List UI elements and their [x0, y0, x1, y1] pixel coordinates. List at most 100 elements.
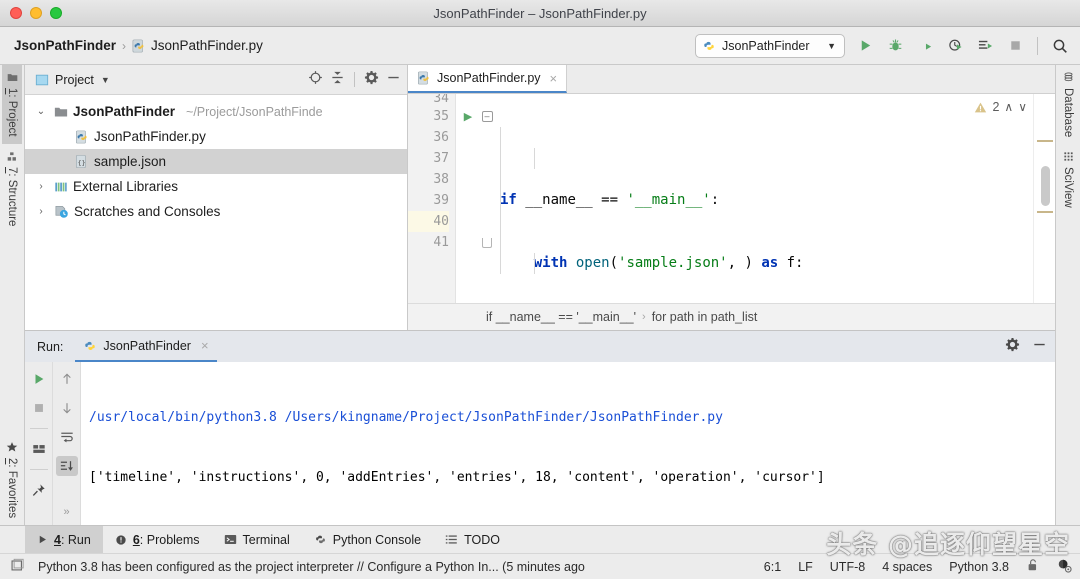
gutter-line-40: 40	[408, 211, 449, 232]
gutter-line-35: 35	[433, 109, 449, 124]
indent-setting[interactable]: 4 spaces	[882, 560, 932, 574]
file-encoding[interactable]: UTF-8	[830, 560, 865, 574]
editor-fold-column[interactable]: –	[480, 94, 494, 303]
rerun-button[interactable]	[28, 369, 50, 389]
editor-gutter[interactable]: 34 35 36 37 38 39 40 41	[408, 94, 456, 303]
pin-tab-button[interactable]	[28, 480, 50, 500]
more-options-button[interactable]: »	[56, 502, 78, 522]
stop-button[interactable]	[28, 398, 50, 418]
fold-collapse-icon[interactable]: –	[481, 111, 493, 122]
line-separator[interactable]: LF	[798, 560, 813, 574]
sidebar-item-favorites[interactable]: 2: Favorites	[2, 434, 22, 525]
editor-tab-jsonpathfinder-py[interactable]: JsonPathFinder.py ×	[408, 65, 568, 93]
run-line-marker-icon[interactable]: ▶	[464, 110, 472, 123]
down-stack-trace-button[interactable]	[56, 398, 78, 418]
bottom-item-python-console[interactable]: Python Console	[302, 526, 433, 553]
run-tab-jsonpathfinder[interactable]: JsonPathFinder ×	[75, 331, 217, 362]
chevron-down-icon[interactable]: ⌄	[33, 106, 49, 117]
inspection-widget[interactable]: 2 ∧ ∨	[974, 100, 1027, 114]
up-stack-trace-button[interactable]	[56, 369, 78, 389]
breadcrumb-file[interactable]: JsonPathFinder.py	[132, 38, 263, 53]
breadcrumb-project[interactable]: JsonPathFinder	[14, 38, 116, 53]
console-line-command[interactable]: /usr/local/bin/python3.8 /Users/kingname…	[89, 408, 1055, 428]
previous-highlight-icon[interactable]: ∧	[1004, 100, 1013, 114]
gutter-line-37: 37	[433, 151, 449, 166]
structure-icon	[7, 151, 16, 161]
tools-divider	[354, 72, 355, 87]
console-line-output: ['timeline', 'instructions', 0, 'addEntr…	[89, 470, 825, 485]
gear-icon[interactable]	[364, 70, 379, 90]
chevron-right-icon[interactable]: ›	[33, 206, 49, 217]
bottom-item-run[interactable]: 4: Run	[25, 526, 103, 553]
run-with-console-button[interactable]	[975, 36, 995, 56]
sidebar-item-structure[interactable]: 7: Structure	[2, 144, 22, 233]
run-console-output[interactable]: /usr/local/bin/python3.8 /Users/kingname…	[81, 362, 1055, 525]
breadcrumb-separator-icon: ›	[122, 38, 127, 53]
svg-text:{}: {}	[78, 159, 86, 167]
python-icon	[85, 341, 96, 350]
run-tool-label: Run:	[37, 339, 64, 354]
bottom-item-todo-label: TODO	[464, 532, 500, 547]
tree-row-json-file[interactable]: {} sample.json	[25, 149, 407, 174]
editor-tab-label: JsonPathFinder.py	[437, 71, 541, 85]
close-icon[interactable]: ×	[201, 338, 209, 353]
next-highlight-icon[interactable]: ∨	[1018, 100, 1027, 114]
sidebar-item-sciview[interactable]: SciView	[1058, 144, 1078, 215]
chevron-right-icon[interactable]: ›	[33, 181, 49, 192]
run-tool-header-buttons	[1005, 337, 1047, 357]
caret-position[interactable]: 6:1	[764, 560, 781, 574]
editor-breadcrumb-first[interactable]: if __name__ == '__main__'	[486, 310, 636, 324]
hide-icon[interactable]	[1032, 337, 1047, 357]
hide-icon[interactable]	[386, 70, 401, 90]
tree-row-project-root[interactable]: ⌄ JsonPathFinder ~/Project/JsonPathFinde	[25, 99, 407, 124]
bottom-item-terminal[interactable]: Terminal	[212, 526, 302, 553]
gear-icon[interactable]	[1005, 337, 1020, 357]
run-with-coverage-button[interactable]	[915, 36, 935, 56]
sidebar-item-database[interactable]: Database	[1058, 65, 1078, 144]
editor-area[interactable]: 34 35 36 37 38 39 40 41 ▶ – if __name__ …	[408, 94, 1055, 303]
tree-row-python-file[interactable]: JsonPathFinder.py	[25, 124, 407, 149]
tree-row-external-libraries[interactable]: › External Libraries	[25, 174, 407, 199]
status-message[interactable]: Python 3.8 has been configured as the pr…	[38, 560, 585, 574]
tree-row-scratches[interactable]: › Scratches and Consoles	[25, 199, 407, 224]
close-icon[interactable]: ×	[550, 71, 558, 86]
toolbar-divider	[1037, 36, 1038, 55]
run-button[interactable]	[855, 36, 875, 56]
stop-button[interactable]	[1005, 36, 1025, 56]
breadcrumb-file-label: JsonPathFinder.py	[151, 38, 263, 53]
inspection-level-icon[interactable]	[1057, 558, 1072, 576]
profile-button[interactable]	[945, 36, 965, 56]
debug-button[interactable]	[885, 36, 905, 56]
sciview-tab-label: SciView	[1062, 167, 1074, 208]
editor-marker-column[interactable]: ▶	[456, 94, 480, 303]
editor-code[interactable]: if __name__ == '__main__': with open('sa…	[494, 94, 1033, 303]
main-body: 1: Project 7: Structure 2: Favorites Pro…	[0, 65, 1080, 525]
bottom-item-todo[interactable]: TODO	[433, 526, 512, 553]
editor-scrollbar-thumb[interactable]	[1041, 166, 1050, 206]
soft-wrap-button[interactable]	[56, 427, 78, 447]
python-interpreter[interactable]: Python 3.8	[949, 560, 1009, 574]
event-log-icon[interactable]	[10, 558, 25, 576]
editor-breadcrumb-second[interactable]: for path in path_list	[652, 310, 758, 324]
project-tab-label: 1: Project	[6, 88, 18, 137]
run-side-toolbar	[25, 362, 53, 525]
navbar-toolbar: JsonPathFinder ▼	[695, 33, 1070, 58]
fold-end-icon	[482, 237, 492, 248]
bottom-item-run-label: 4: Run	[54, 532, 91, 547]
python-file-icon	[418, 71, 429, 85]
run-configuration-selector[interactable]: JsonPathFinder ▼	[695, 33, 845, 58]
editor-scrollbar[interactable]	[1033, 94, 1055, 303]
restore-layout-button[interactable]	[28, 439, 50, 459]
locate-icon[interactable]	[308, 70, 323, 90]
right-tool-strip: Database SciView	[1055, 65, 1080, 525]
search-everywhere-button[interactable]	[1050, 36, 1070, 56]
title-bar: JsonPathFinder – JsonPathFinder.py	[0, 0, 1080, 27]
bottom-item-problems[interactable]: 6: Problems	[103, 526, 212, 553]
scroll-to-end-button[interactable]	[55, 456, 78, 476]
collapse-all-icon[interactable]	[330, 70, 345, 90]
window-title: JsonPathFinder – JsonPathFinder.py	[433, 5, 647, 21]
sidebar-item-project[interactable]: 1: Project	[2, 65, 22, 144]
unlocked-icon[interactable]	[1026, 558, 1040, 575]
editor-marker-warning	[1037, 140, 1053, 142]
chevron-down-icon[interactable]: ▼	[101, 75, 110, 85]
